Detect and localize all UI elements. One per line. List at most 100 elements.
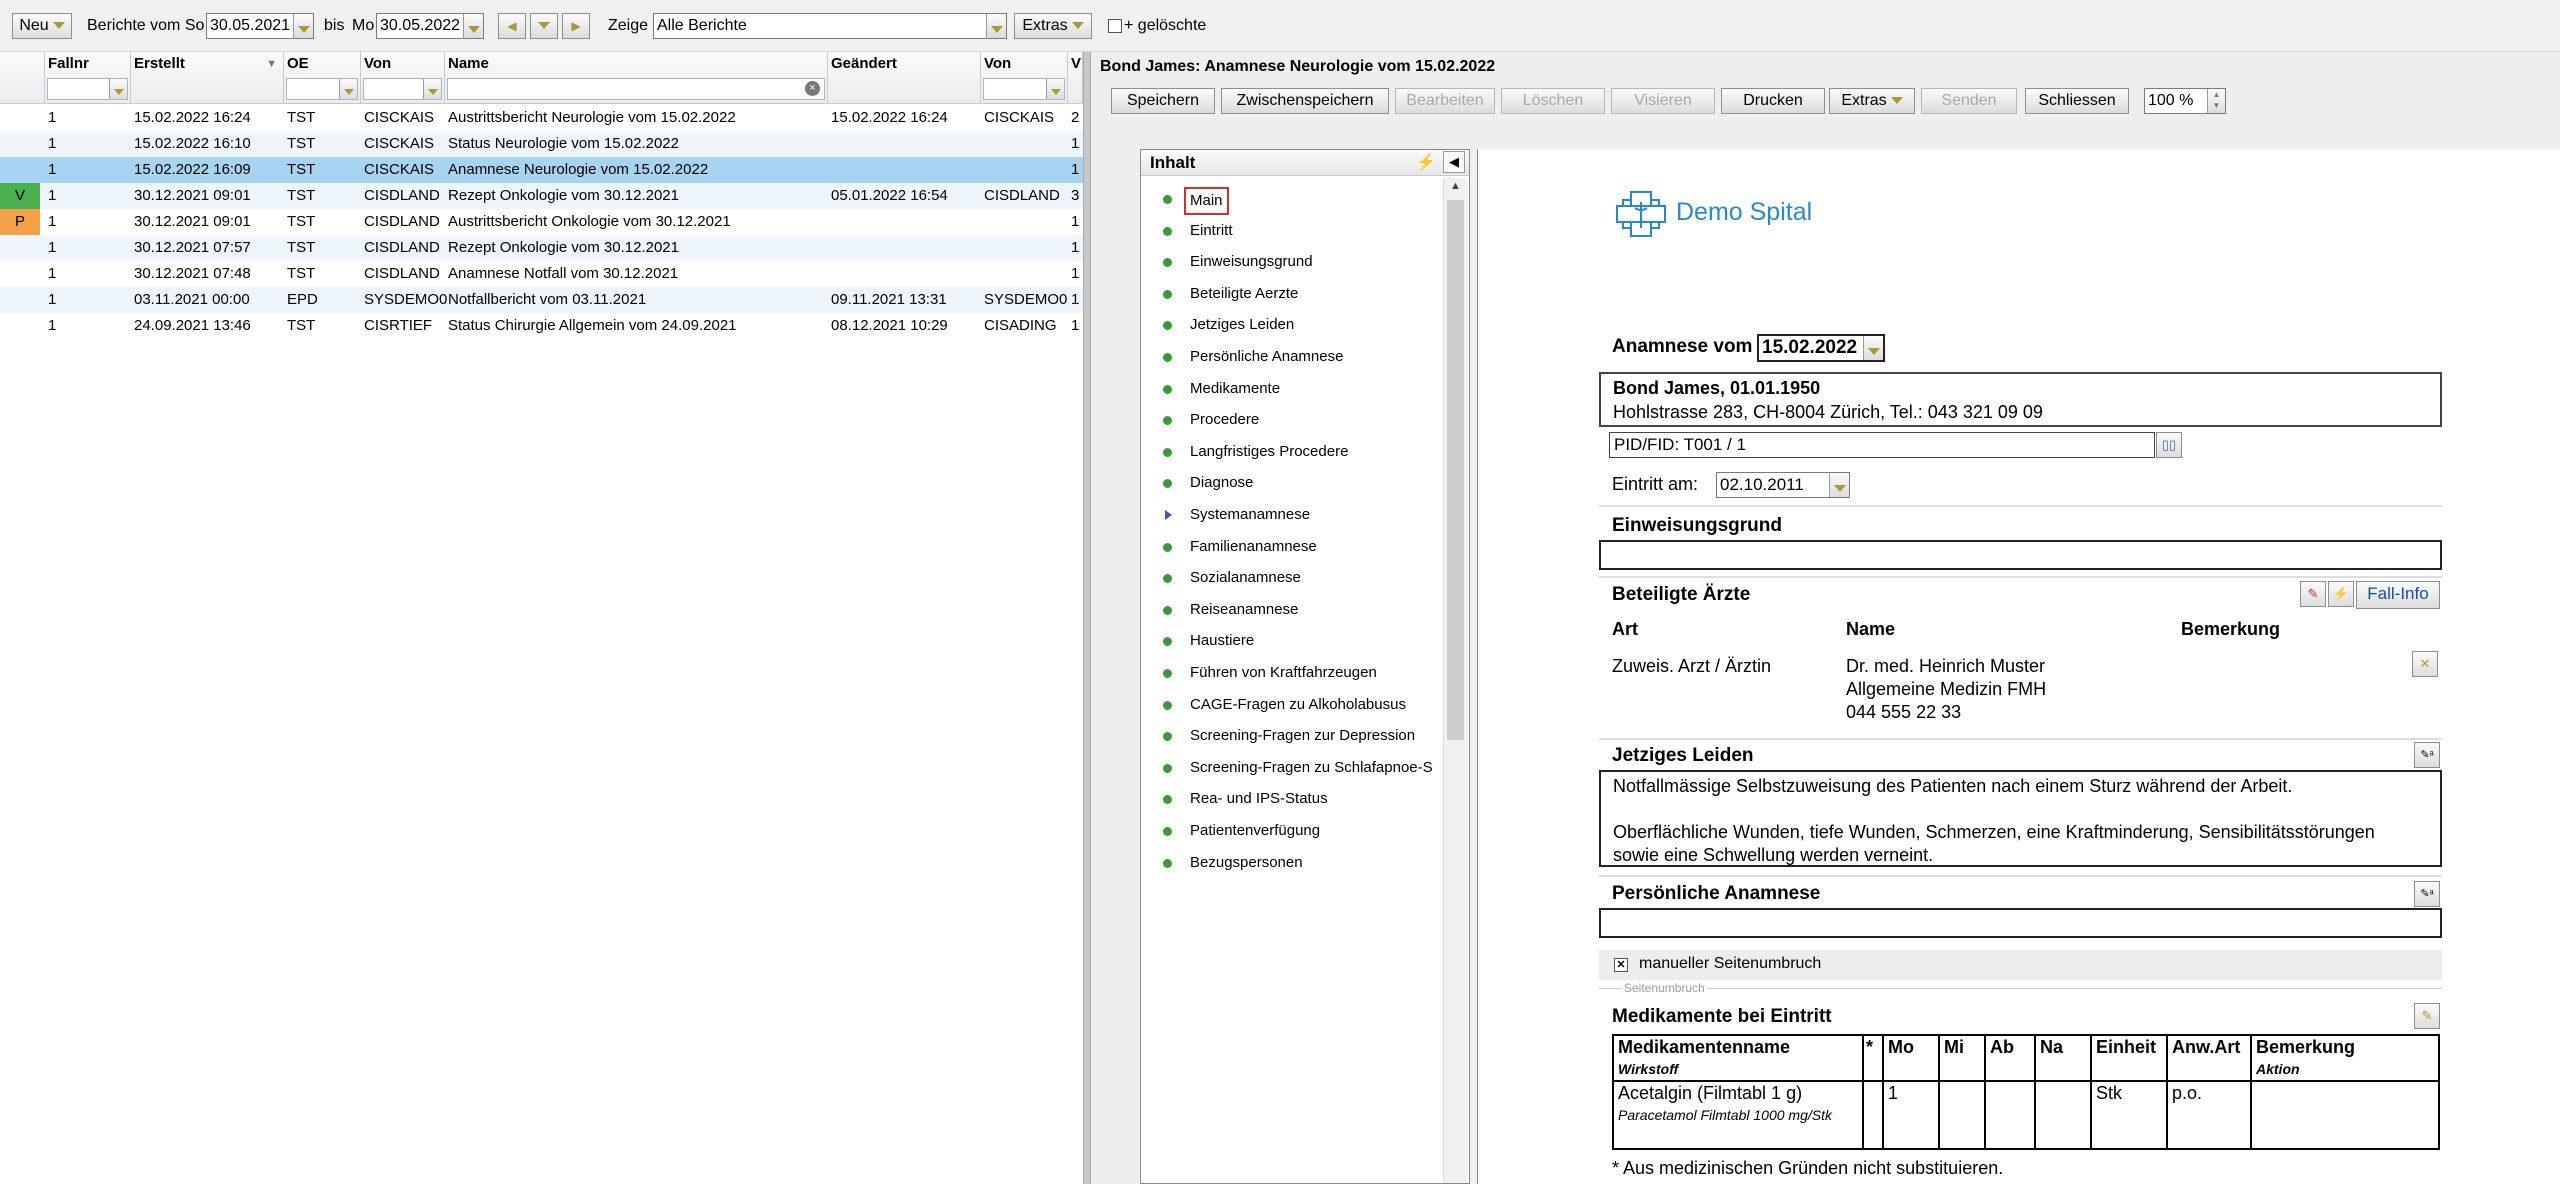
column-header-v[interactable]: V [1068, 52, 1083, 104]
medication-row[interactable]: Acetalgin (Filmtabl 1 g) Paracetamol Film… [1612, 1080, 2440, 1150]
table-row[interactable]: 1 03.11.2021 00:00 EPD SYSDEMO0 Notfallberic… [0, 287, 1083, 313]
lightning-icon[interactable]: ⚡ [1416, 152, 1436, 172]
table-row[interactable]: 1 30.12.2021 07:48 TST CISDLAND Anamnese Not… [0, 261, 1083, 287]
toc-item[interactable]: Haustiere [1141, 626, 1441, 656]
toc-item[interactable]: Beteiligte Aerzte [1141, 279, 1441, 309]
expand-icon [1165, 510, 1172, 520]
page-break-checkbox[interactable]: ✕ [1614, 958, 1628, 972]
filter-icon[interactable] [423, 79, 441, 99]
toc-item[interactable]: Main [1141, 184, 1441, 215]
table-row[interactable]: 1 30.12.2021 07:57 TST CISDLAND Rezept Onkol… [0, 235, 1083, 261]
print-button[interactable]: Drucken [1721, 88, 1825, 114]
toc-item[interactable]: Screening-Fragen zur Depression [1141, 721, 1441, 751]
scroll-up-icon[interactable]: ▲ [1450, 180, 1461, 192]
anamnese-input[interactable] [1599, 908, 2442, 938]
filter-field[interactable] [363, 78, 442, 100]
filter-field[interactable] [983, 78, 1065, 100]
patient-card-icon[interactable]: ▯▯ [2156, 432, 2182, 458]
toc-item[interactable]: CAGE-Fragen zu Alkoholabusus [1141, 690, 1441, 720]
column-header-geaendert[interactable]: Geändert [828, 52, 981, 104]
toc-item[interactable]: Medikamente [1141, 374, 1441, 404]
cell-v: 1 [1071, 135, 1080, 152]
chevron-down-icon[interactable] [463, 14, 483, 38]
column-header-fallnr[interactable]: Fallnr [45, 52, 131, 104]
toc-item[interactable]: Familienanamnese [1141, 532, 1441, 562]
chevron-down-icon[interactable] [986, 14, 1006, 38]
filter-icon[interactable] [339, 79, 357, 99]
table-row[interactable]: P 1 30.12.2021 09:01 TST CISDLAND Austrittsbe… [0, 209, 1083, 235]
scroll-thumb[interactable] [1447, 200, 1464, 740]
toc-item[interactable]: Jetziges Leiden [1141, 310, 1441, 340]
send-button[interactable]: Senden [1921, 88, 2017, 114]
column-header-name[interactable]: Name × [445, 52, 828, 104]
zoom-field[interactable]: 100 % ▲ ▼ [2144, 88, 2226, 114]
table-row[interactable]: 1 15.02.2022 16:24 TST CISCKAIS Austrittsber… [0, 105, 1083, 131]
toc-item[interactable]: Einweisungsgrund [1141, 247, 1441, 277]
table-row[interactable]: V 1 30.12.2021 09:01 TST CISDLAND Rezept Onko… [0, 183, 1083, 209]
prev-period-button[interactable]: ◀ [498, 13, 526, 39]
new-button[interactable]: Neu [12, 13, 72, 39]
chevron-down-icon[interactable] [1863, 336, 1883, 360]
close-button[interactable]: Schliessen [2025, 88, 2129, 114]
date-from-field[interactable]: 30.05.2021 [206, 13, 314, 39]
toc-item[interactable]: Langfristiges Procedere [1141, 437, 1441, 467]
period-dropdown-button[interactable] [530, 13, 558, 39]
fall-info-button[interactable]: Fall-Info [2356, 581, 2440, 609]
column-header-oe[interactable]: OE [284, 52, 361, 104]
toc-item[interactable]: Rea- und IPS-Status [1141, 784, 1441, 814]
filter-field[interactable] [286, 78, 358, 100]
anamnese-date-field[interactable]: 15.02.2022 [1757, 334, 1885, 362]
filter-icon[interactable] [109, 79, 127, 99]
show-filter-select[interactable]: Alle Berichte [653, 13, 1007, 39]
column-header-von2[interactable]: Von [981, 52, 1068, 104]
chevron-down-icon[interactable] [1829, 473, 1849, 497]
table-row[interactable]: 1 15.02.2022 16:10 TST CISCKAIS Status Neuro… [0, 131, 1083, 157]
pane-splitter[interactable] [1083, 52, 1091, 1184]
save-draft-button[interactable]: Zwischenspeichern [1221, 88, 1389, 114]
filter-icon[interactable] [1046, 79, 1064, 99]
edit-entry-icon[interactable]: ✕ [2412, 651, 2438, 677]
toc-item[interactable]: Eintritt [1141, 216, 1441, 246]
column-header-erstellt[interactable]: Erstellt ▼ [131, 52, 284, 104]
toc-item[interactable]: Sozialanamnese [1141, 563, 1441, 593]
toc-item[interactable]: Diagnose [1141, 468, 1441, 498]
chevron-down-icon[interactable] [293, 14, 313, 38]
text-template-icon[interactable]: ✎ᵃ [2414, 881, 2440, 907]
date-to-field[interactable]: 30.05.2022 [376, 13, 484, 39]
table-row[interactable]: 1 24.09.2021 13:46 TST CISRTIEF Status Chiru… [0, 313, 1083, 339]
pencil-icon[interactable]: ✎ [2414, 1003, 2440, 1029]
report-extras-button[interactable]: Extras [1829, 88, 1915, 114]
name-filter-input[interactable]: × [447, 78, 825, 100]
approve-button[interactable]: Visieren [1611, 88, 1715, 114]
toc-item[interactable]: Bezugspersonen [1141, 848, 1441, 878]
text-template-icon[interactable]: ✎ᵃ [2414, 742, 2440, 768]
show-deleted-checkbox[interactable] [1108, 19, 1122, 33]
toc-item[interactable]: Persönliche Anamnese [1141, 342, 1441, 372]
toc-item[interactable]: Systemanamnese [1141, 500, 1441, 530]
collapse-panel-icon[interactable]: ◀ [1443, 151, 1465, 173]
toc-item[interactable]: Patientenverfügung [1141, 816, 1441, 846]
eintritt-date-value: 02.10.2011 [1720, 475, 1804, 494]
leiden-textarea[interactable]: Notfallmässige Selbstzuweisung des Patie… [1599, 770, 2442, 867]
toc-item[interactable]: Reiseanamnese [1141, 595, 1441, 625]
einweisung-input[interactable] [1599, 540, 2442, 570]
next-period-button[interactable]: ▶ [562, 13, 590, 39]
table-row[interactable]: 1 15.02.2022 16:09 TST CISCKAIS Anamnese Neu… [0, 157, 1083, 183]
zoom-stepper-icon[interactable]: ▲ ▼ [2207, 89, 2225, 113]
toc-item[interactable]: Screening-Fragen zu Schlafapnoe-S [1141, 753, 1441, 783]
toc-item[interactable]: Führen von Kraftfahrzeugen [1141, 658, 1441, 688]
pencil-icon[interactable]: ✎ [2300, 581, 2326, 607]
eintritt-date-field[interactable]: 02.10.2011 [1716, 472, 1850, 498]
toc-item[interactable]: Procedere [1141, 405, 1441, 435]
delete-button[interactable]: Löschen [1501, 88, 1605, 114]
patient-name: Bond James, 01.01.1950 [1613, 378, 1821, 398]
toc-scrollbar[interactable]: ▲ [1443, 178, 1467, 1183]
edit-button[interactable]: Bearbeiten [1395, 88, 1495, 114]
filter-field[interactable] [47, 78, 128, 100]
clear-icon[interactable]: × [805, 81, 820, 96]
pid-field[interactable]: PID/FID: T001 / 1 [1609, 432, 2155, 458]
save-button[interactable]: Speichern [1111, 88, 1215, 114]
extras-button[interactable]: Extras [1014, 13, 1092, 39]
lightning-icon[interactable]: ⚡ [2328, 581, 2354, 607]
column-header-von[interactable]: Von [361, 52, 445, 104]
